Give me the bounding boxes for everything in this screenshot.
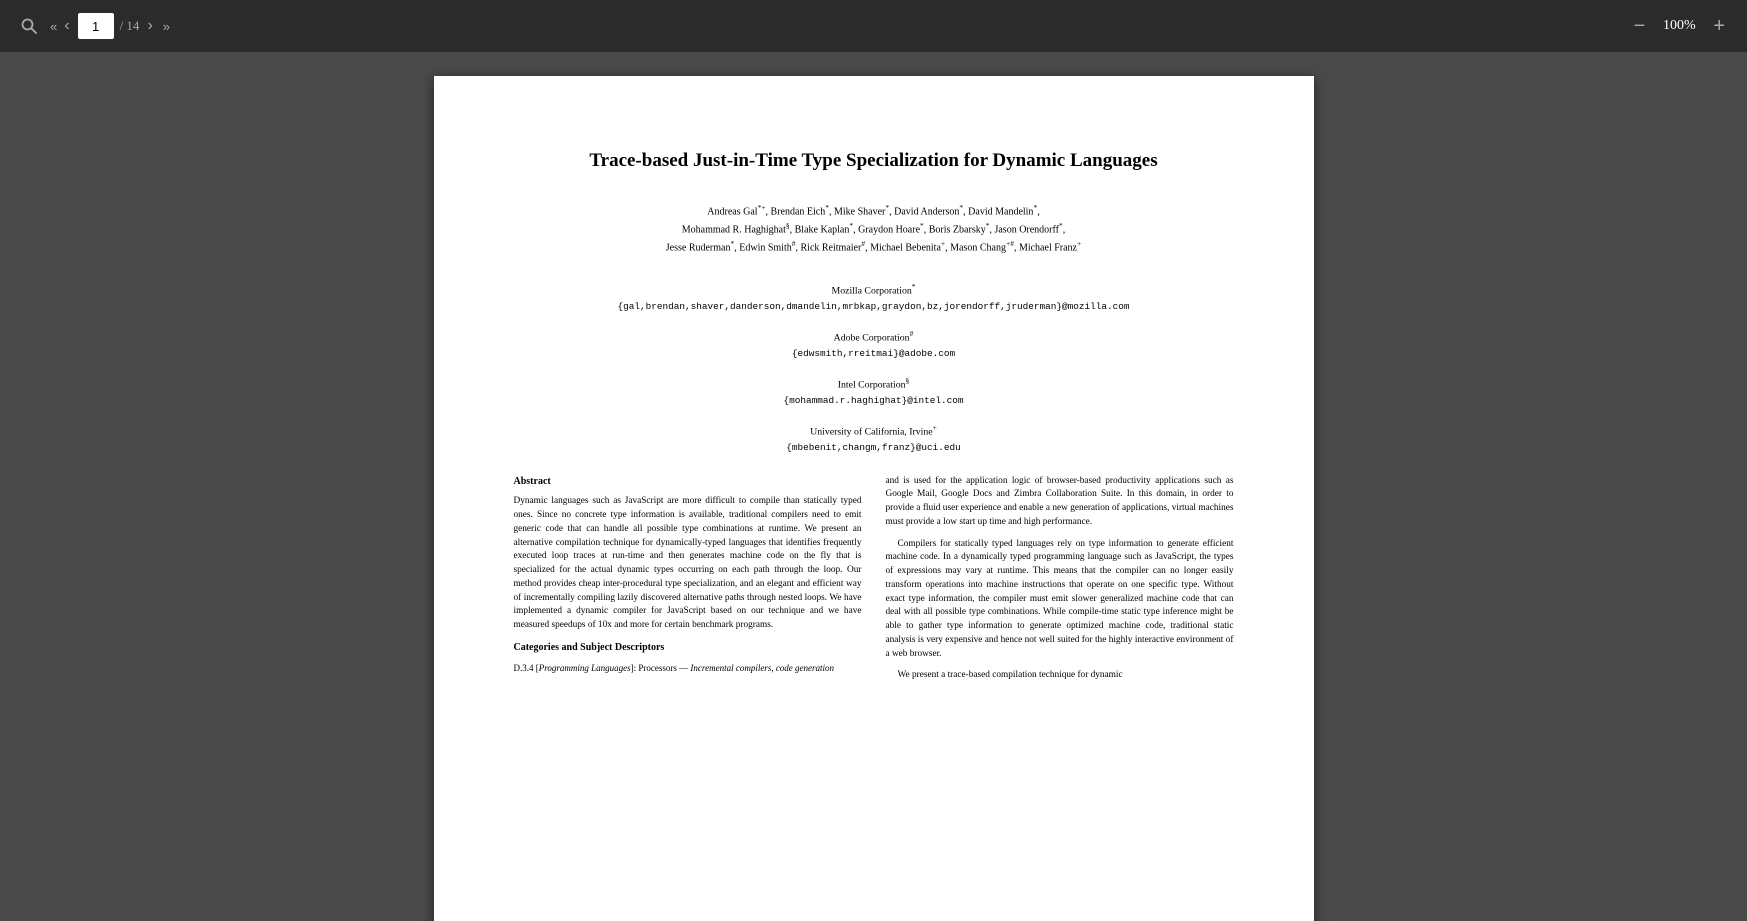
abstract-paragraph-1: Dynamic languages such as JavaScript are… xyxy=(514,495,862,633)
first-page-button[interactable]: « xyxy=(48,16,56,37)
affil-mozilla-name: Mozilla Corporation* xyxy=(514,281,1234,299)
document-area: Trace-based Just-in-Time Type Specializa… xyxy=(0,52,1747,921)
affil-intel: Intel Corporation§ {mohammad.r.haghighat… xyxy=(514,375,1234,408)
affil-adobe-name: Adobe Corporation# xyxy=(514,328,1234,346)
zoom-out-button[interactable]: − xyxy=(1628,12,1652,40)
authors-block: Andreas Gal*+, Brendan Eich*, Mike Shave… xyxy=(514,202,1234,257)
affil-uci-email: {mbebenit,changm,franz}@uci.edu xyxy=(514,440,1234,455)
last-page-button[interactable]: » xyxy=(161,16,169,37)
authors-line-2: Mohammad R. Haghighat§, Blake Kaplan*, G… xyxy=(514,220,1234,238)
next-page-button[interactable]: › xyxy=(145,14,154,38)
right-col-paragraph-3: We present a trace-based compilation tec… xyxy=(886,669,1234,683)
affil-intel-name: Intel Corporation§ xyxy=(514,375,1234,393)
toolbar-right: − 100% + xyxy=(1628,12,1731,40)
affil-mozilla: Mozilla Corporation* {gal,brendan,shaver… xyxy=(514,281,1234,314)
affil-uci: University of California, Irvine+ {mbebe… xyxy=(514,422,1234,455)
affil-adobe-email: {edwsmith,rreitmai}@adobe.com xyxy=(514,346,1234,361)
paper-title: Trace-based Just-in-Time Type Specializa… xyxy=(514,148,1234,174)
categories-title: Categories and Subject Descriptors xyxy=(514,641,862,656)
authors-line-1: Andreas Gal*+, Brendan Eich*, Mike Shave… xyxy=(514,202,1234,220)
toolbar-left: « ‹ / 14 › » xyxy=(16,13,169,39)
left-column: Abstract Dynamic languages such as JavaS… xyxy=(514,475,862,692)
authors-line-3: Jesse Ruderman*, Edwin Smith#, Rick Reit… xyxy=(514,238,1234,256)
affil-mozilla-email: {gal,brendan,shaver,danderson,dmandelin,… xyxy=(514,299,1234,314)
prev-page-button[interactable]: ‹ xyxy=(62,14,71,38)
two-column-content: Abstract Dynamic languages such as JavaS… xyxy=(514,475,1234,692)
page-total: / 14 xyxy=(120,18,140,34)
abstract-title: Abstract xyxy=(514,475,862,490)
right-col-paragraph-1: and is used for the application logic of… xyxy=(886,475,1234,530)
right-col-paragraph-2: Compilers for statically typed languages… xyxy=(886,538,1234,662)
zoom-in-button[interactable]: + xyxy=(1707,12,1731,40)
page-input[interactable] xyxy=(78,13,114,39)
affil-adobe: Adobe Corporation# {edwsmith,rreitmai}@a… xyxy=(514,328,1234,361)
affil-intel-email: {mohammad.r.haghighat}@intel.com xyxy=(514,393,1234,408)
right-column: and is used for the application logic of… xyxy=(886,475,1234,692)
zoom-level-display: 100% xyxy=(1655,18,1703,34)
affil-uci-name: University of California, Irvine+ xyxy=(514,422,1234,440)
toolbar: « ‹ / 14 › » − 100% + xyxy=(0,0,1747,52)
pdf-page: Trace-based Just-in-Time Type Specializa… xyxy=(434,76,1314,921)
search-button[interactable] xyxy=(16,13,42,39)
categories-text: D.3.4 [Programming Languages]: Processor… xyxy=(514,662,862,676)
